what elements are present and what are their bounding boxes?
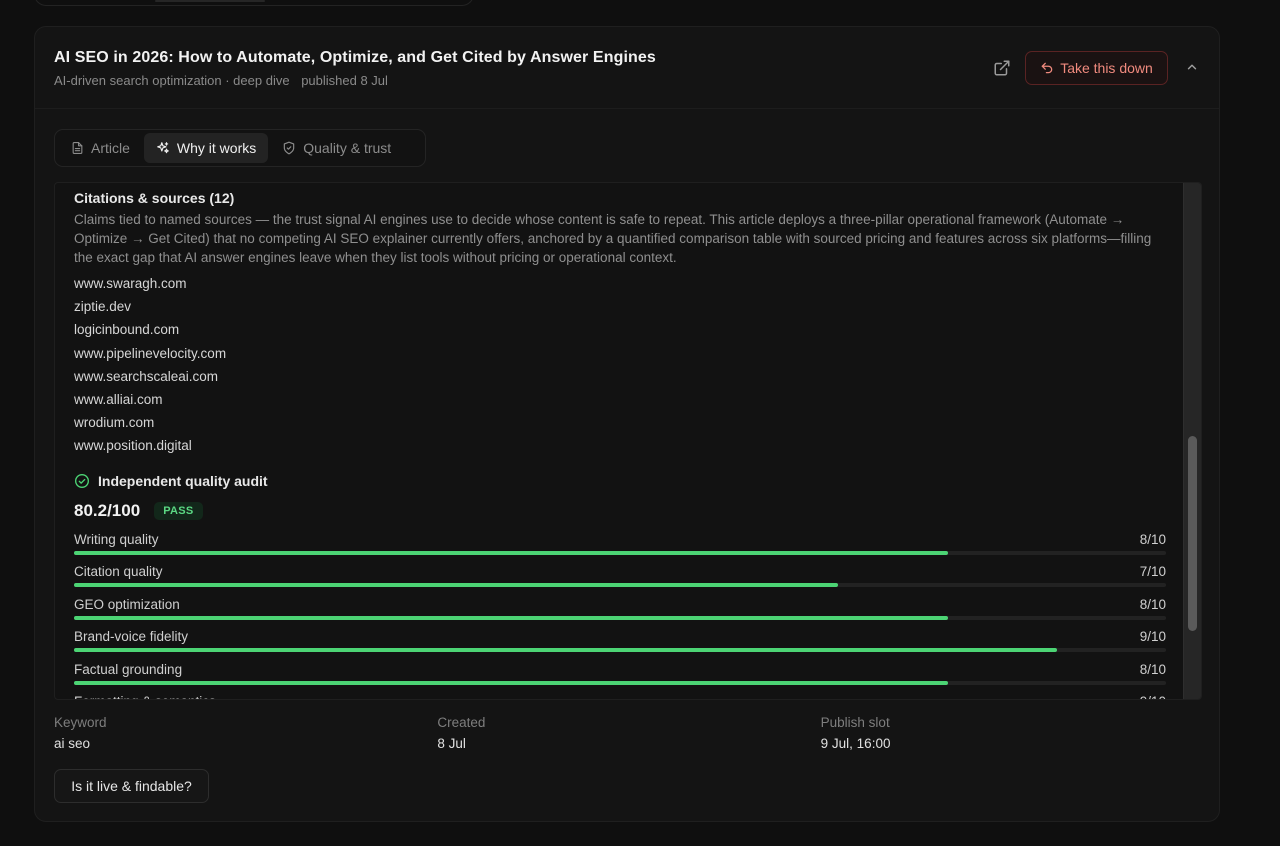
article-topic: AI-driven search optimization · deep div… xyxy=(54,73,290,88)
article-card: AI SEO in 2026: How to Automate, Optimiz… xyxy=(34,26,1220,822)
previous-card-pill xyxy=(155,0,265,2)
metric-progress-fill xyxy=(74,680,948,685)
source-link[interactable]: logicinbound.com xyxy=(74,318,1166,341)
chevron-up-icon[interactable] xyxy=(1185,60,1199,74)
audit-title: Independent quality audit xyxy=(98,472,268,489)
source-link[interactable]: www.swaragh.com xyxy=(74,272,1166,295)
meta-created: Created 8 Jul xyxy=(437,715,820,751)
source-link[interactable]: www.searchscaleai.com xyxy=(74,365,1166,388)
tab-bar: Article Why it works Quality & trust xyxy=(54,129,426,167)
undo-icon xyxy=(1041,62,1053,74)
audit-metric-row: Citation quality 7/10 xyxy=(74,559,1166,592)
tab-quality-trust[interactable]: Quality & trust xyxy=(270,133,403,163)
metric-value: 9/10 xyxy=(1139,629,1166,645)
source-link[interactable]: ziptie.dev xyxy=(74,295,1166,318)
audit-metric-row: Brand-voice fidelity 9/10 xyxy=(74,624,1166,657)
article-title: AI SEO in 2026: How to Automate, Optimiz… xyxy=(54,49,656,66)
metric-progress-fill xyxy=(74,648,1057,653)
metric-progress-bar xyxy=(74,615,1166,620)
audit-metric-row: Factual grounding 8/10 xyxy=(74,657,1166,690)
metric-value: 7/10 xyxy=(1139,564,1166,580)
audit-metric-row: Writing quality 8/10 xyxy=(74,527,1166,560)
metric-progress-fill xyxy=(74,615,948,620)
meta-publish-slot: Publish slot 9 Jul, 16:00 xyxy=(821,715,1204,751)
source-link[interactable]: www.pipelinevelocity.com xyxy=(74,342,1166,365)
published-date: published 8 Jul xyxy=(301,73,388,88)
shield-icon xyxy=(284,141,295,155)
meta-keyword: Keyword ai seo xyxy=(54,715,437,751)
citations-description: Claims tied to named sources — the trust… xyxy=(74,212,1152,265)
metric-progress-bar xyxy=(74,583,1166,588)
sparkles-icon xyxy=(157,142,169,154)
why-it-works-panel[interactable]: Citations & sources (12) Claims tied to … xyxy=(54,182,1202,700)
metric-value: 8/10 xyxy=(1139,596,1166,612)
panel-content: Citations & sources (12) Claims tied to … xyxy=(74,188,1166,699)
audit-heading: Independent quality audit xyxy=(74,471,1166,491)
metric-value: 8/10 xyxy=(1139,661,1166,677)
metric-progress-bar xyxy=(74,680,1166,685)
metric-value: 9/10 xyxy=(1140,694,1166,699)
meta-keyword-label: Keyword xyxy=(54,715,107,730)
audit-score-row: 80.2/100 PASS xyxy=(74,499,1166,523)
card-header: AI SEO in 2026: How to Automate, Optimiz… xyxy=(35,27,1219,109)
take-down-button[interactable]: Take this down xyxy=(1025,51,1168,85)
metric-label: Brand-voice fidelity xyxy=(74,629,189,645)
tab-why-it-works-label: Why it works xyxy=(176,140,257,156)
previous-card-edge xyxy=(34,0,474,6)
audit-score: 80.2/100 xyxy=(74,500,141,520)
take-down-label: Take this down xyxy=(1060,60,1153,76)
metric-progress-fill xyxy=(74,550,948,555)
tab-why-it-works[interactable]: Why it works xyxy=(143,133,269,163)
metric-progress-bar xyxy=(74,550,1166,555)
article-subtitle: AI-driven search optimization · deep div… xyxy=(54,73,388,88)
source-link[interactable]: wrodium.com xyxy=(74,411,1166,434)
metric-label: GEO optimization xyxy=(74,596,180,612)
metric-value: 8/10 xyxy=(1139,531,1166,547)
meta-slot-label: Publish slot xyxy=(820,715,890,730)
audit-metric-row: Formatting & semantics 9/10 xyxy=(74,689,1166,699)
check-live-button[interactable]: Is it live & findable? xyxy=(54,769,209,803)
tab-article-label: Article xyxy=(91,140,130,156)
source-link[interactable]: www.position.digital xyxy=(74,434,1166,457)
meta-slot-value: 9 Jul, 16:00 xyxy=(820,736,891,751)
source-list: www.swaragh.com ziptie.dev logicinbound.… xyxy=(74,272,1166,458)
metric-label: Citation quality xyxy=(74,564,163,580)
metric-label: Formatting & semantics xyxy=(74,694,216,699)
metric-label: Factual grounding xyxy=(74,661,183,677)
source-link[interactable]: www.alliai.com xyxy=(74,388,1166,411)
audit-metric-row: GEO optimization 8/10 xyxy=(74,592,1166,625)
tab-article[interactable]: Article xyxy=(59,133,142,163)
article-meta: Keyword ai seo Created 8 Jul Publish slo… xyxy=(54,715,1204,751)
audit-metrics: Writing quality 8/10 Citation quality 7/10 G… xyxy=(74,527,1166,699)
meta-created-label: Created xyxy=(437,715,486,730)
metric-progress-fill xyxy=(74,583,839,588)
meta-keyword-value: ai seo xyxy=(54,736,91,751)
check-circle-icon xyxy=(75,473,89,488)
citations-title: Citations & sources (12) xyxy=(74,190,235,206)
meta-created-value: 8 Jul xyxy=(437,736,466,751)
tab-quality-trust-label: Quality & trust xyxy=(303,140,392,156)
scrollbar[interactable] xyxy=(1183,183,1201,699)
scrollbar-thumb[interactable] xyxy=(1188,436,1197,631)
external-link-icon[interactable] xyxy=(993,59,1011,77)
status-badge: PASS xyxy=(154,501,203,520)
metric-progress-bar xyxy=(74,648,1166,653)
metric-label: Writing quality xyxy=(74,531,159,547)
document-icon xyxy=(72,142,83,154)
